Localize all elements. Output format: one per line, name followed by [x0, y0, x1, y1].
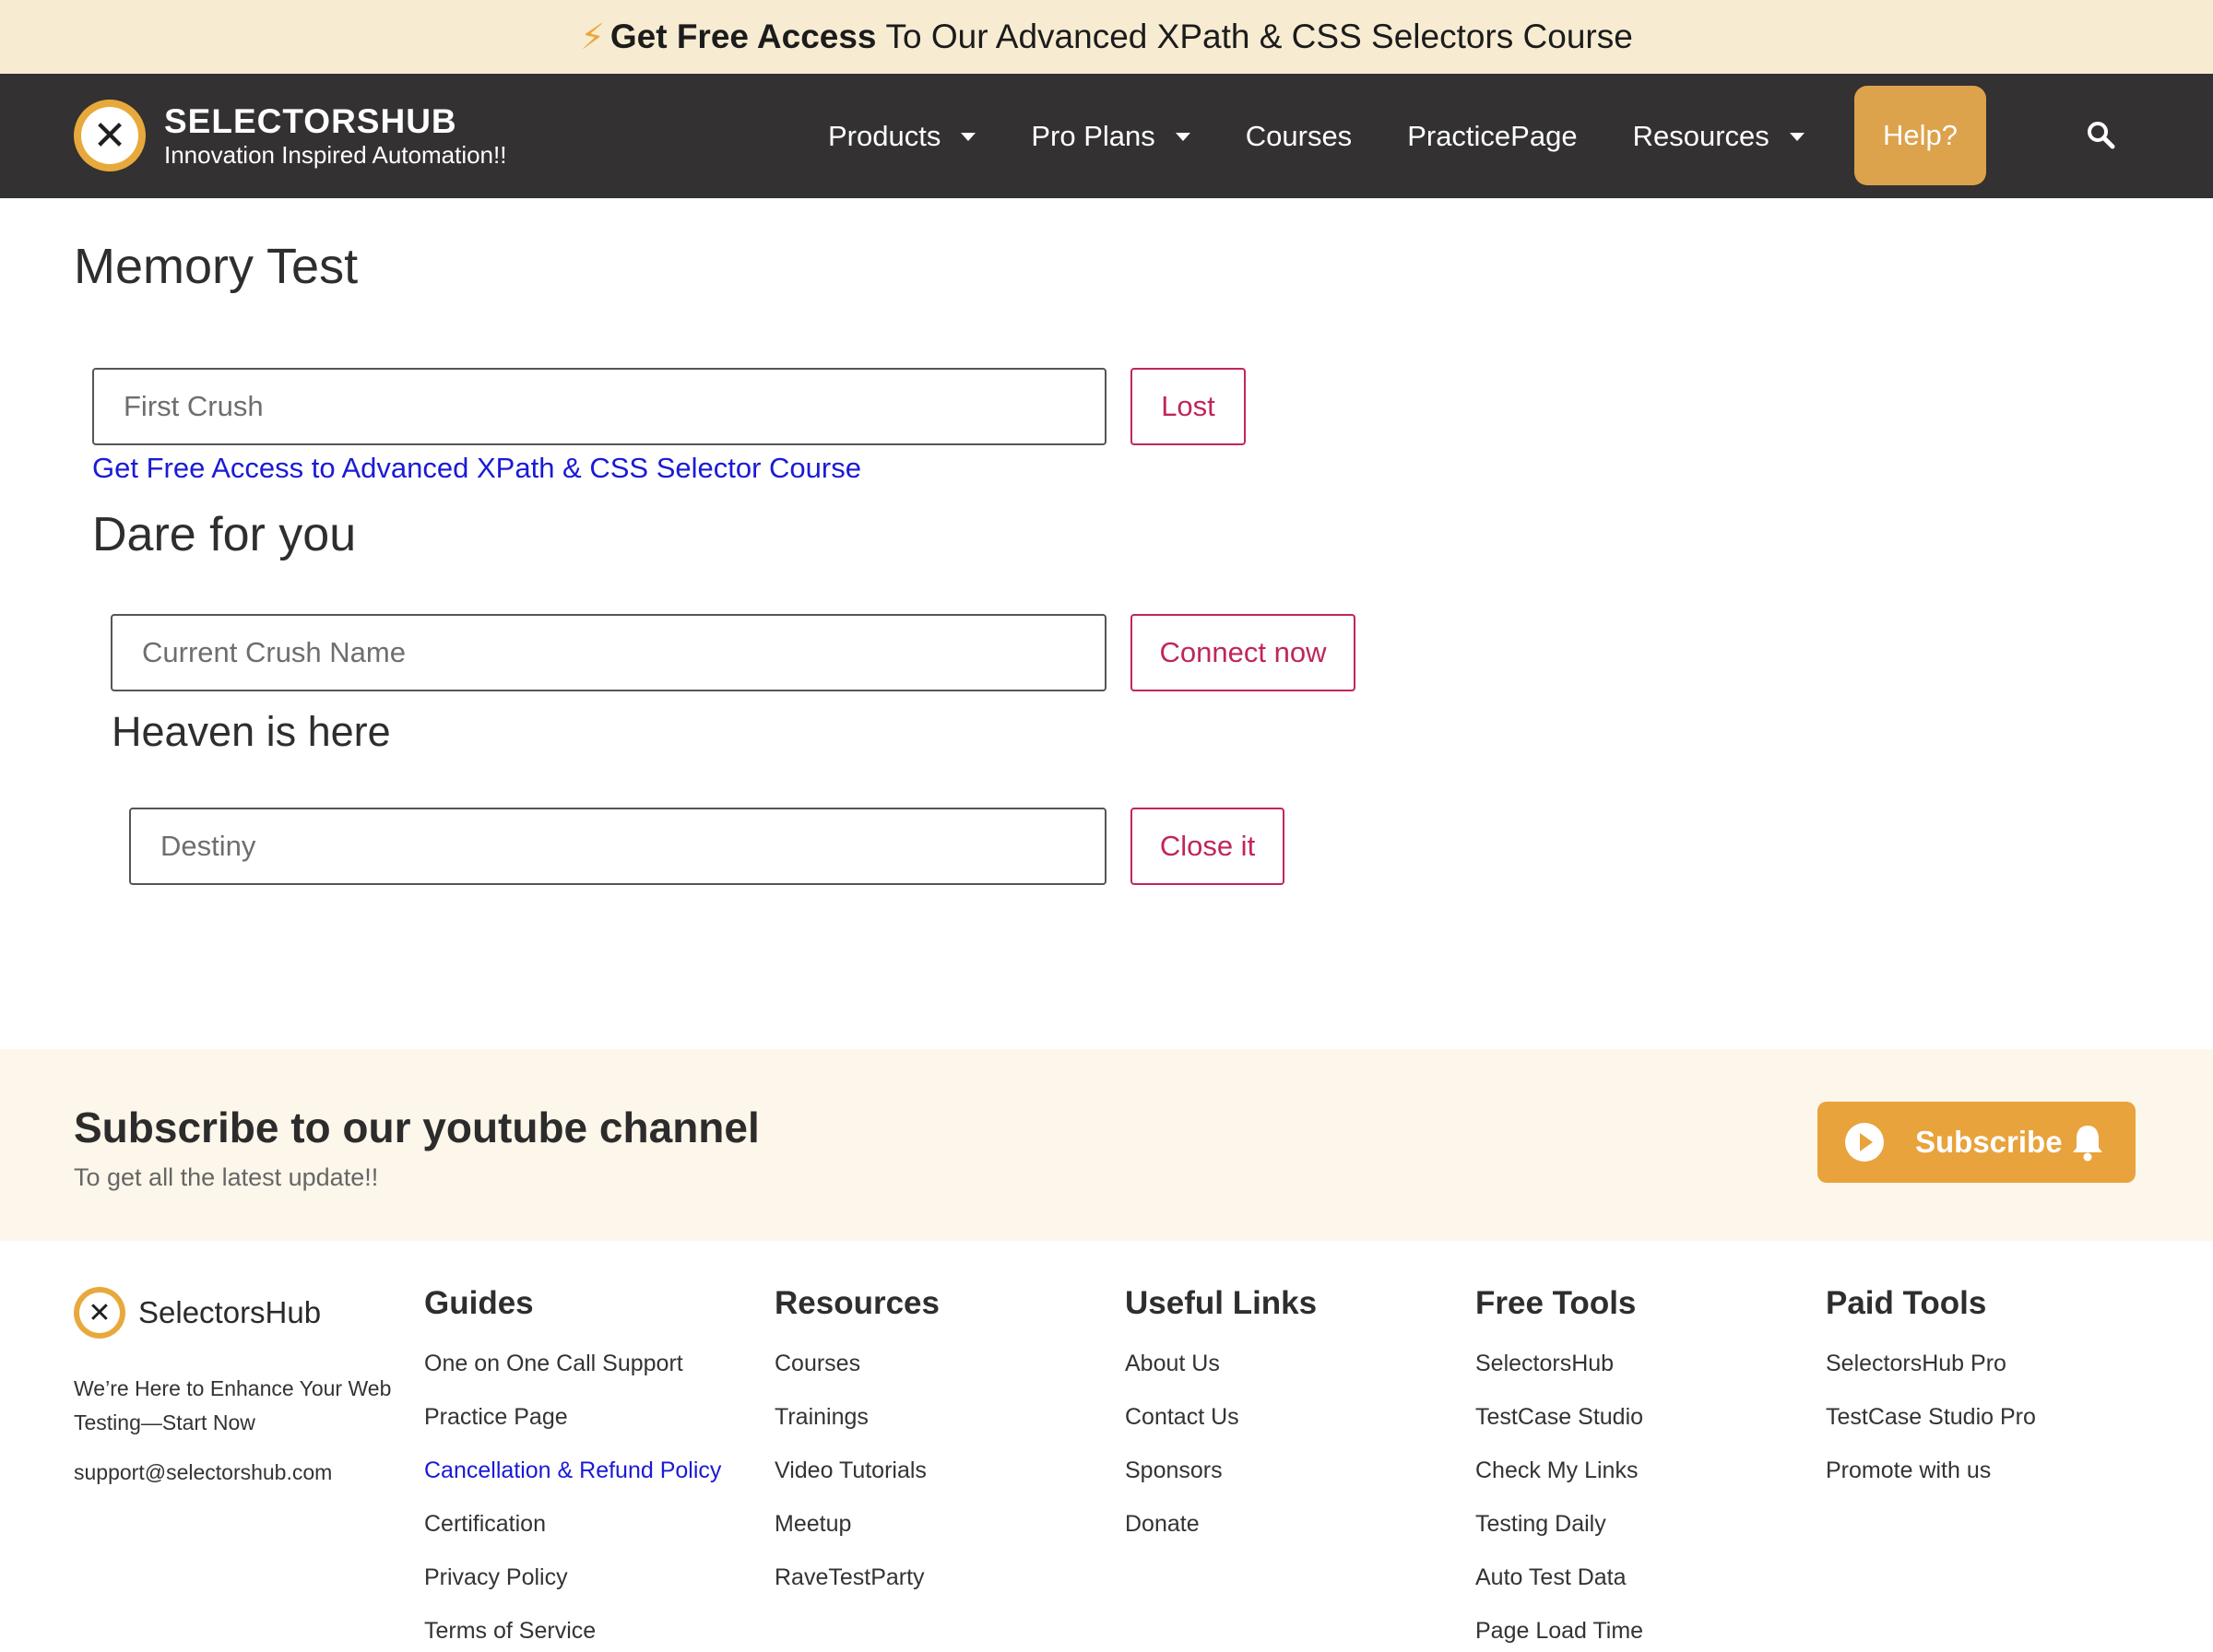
nav-menu: Products Pro Plans Courses PracticePage … — [828, 74, 1860, 198]
footer-link[interactable]: SelectorsHub Pro — [1826, 1348, 2036, 1401]
main-navigation: ✕ SELECTORSHUB Innovation Inspired Autom… — [0, 74, 2213, 198]
chevron-down-icon — [1789, 133, 1805, 141]
first-crush-input[interactable] — [124, 390, 1105, 423]
nav-item-resources[interactable]: Resources — [1633, 120, 1805, 153]
footer-column-title: Useful Links — [1125, 1285, 1318, 1321]
nav-item-label: PracticePage — [1407, 119, 1578, 152]
footer-link[interactable]: Courses — [775, 1348, 940, 1401]
brand-name: SELECTORSHUB — [164, 102, 457, 140]
footer-column-paid-tools: Paid Tools SelectorsHub Pro TestCase Stu… — [1826, 1285, 2036, 1508]
subscribe-text: To get all the latest update!! — [74, 1163, 379, 1191]
close-it-button[interactable]: Close it — [1130, 808, 1284, 885]
footer-link[interactable]: RaveTestParty — [775, 1562, 940, 1615]
footer-link[interactable]: Contact Us — [1125, 1401, 1317, 1455]
footer-link[interactable]: About Us — [1125, 1348, 1317, 1401]
promo-banner[interactable]: ⚡ Get Free Access To Our Advanced XPath … — [0, 0, 2213, 74]
footer-link[interactable]: Testing Daily — [1475, 1508, 1643, 1562]
play-icon — [1845, 1123, 1884, 1162]
help-button[interactable]: Help? — [1854, 86, 1986, 185]
nav-item-courses[interactable]: Courses — [1246, 120, 1352, 153]
promo-bold-text: Get Free Access — [609, 18, 877, 55]
footer-brand-name: SelectorsHub — [138, 1295, 322, 1329]
selectorshub-logo-icon: ✕ — [74, 100, 146, 171]
footer-link[interactable]: Certification — [424, 1508, 721, 1562]
footer-column-resources: Resources Courses Trainings Video Tutori… — [775, 1285, 940, 1615]
subscribe-section: Subscribe to our youtube channel To get … — [0, 1049, 2213, 1241]
footer-link[interactable]: Practice Page — [424, 1401, 721, 1455]
footer-link[interactable]: Donate — [1125, 1508, 1317, 1562]
lost-button[interactable]: Lost — [1130, 368, 1246, 445]
heaven-heading: Heaven is here — [112, 708, 391, 755]
footer-column-title: Guides — [424, 1285, 534, 1321]
nav-item-label: Pro Plans — [1031, 119, 1155, 152]
footer-link[interactable]: Trainings — [775, 1401, 940, 1455]
first-crush-field[interactable] — [92, 368, 1106, 445]
page-title: Memory Test — [74, 239, 359, 294]
footer-link[interactable]: Auto Test Data — [1475, 1562, 1643, 1615]
search-icon[interactable] — [2086, 120, 2115, 149]
bell-icon — [2073, 1126, 2102, 1162]
subscribe-title: Subscribe to our youtube channel — [74, 1103, 760, 1151]
nav-item-label: Courses — [1245, 119, 1353, 152]
footer-link[interactable]: TestCase Studio — [1475, 1401, 1643, 1455]
nav-item-label: Resources — [1632, 119, 1769, 152]
footer-link[interactable]: Promote with us — [1826, 1455, 2036, 1508]
destiny-input[interactable] — [160, 830, 1105, 863]
nav-item-label: Products — [828, 119, 941, 152]
footer-email[interactable]: support@selectorshub.com — [74, 1460, 332, 1485]
site-footer: ✕ SelectorsHub We’re Here to Enhance You… — [0, 1241, 2213, 1652]
selectorshub-logo-icon: ✕ — [74, 1287, 125, 1339]
footer-link[interactable]: Cancellation & Refund Policy — [424, 1455, 721, 1508]
brand-logo-link[interactable]: ✕ SELECTORSHUB Innovation Inspired Autom… — [74, 100, 506, 171]
footer-link[interactable]: One on One Call Support — [424, 1348, 721, 1401]
footer-description: We’re Here to Enhance Your Web Testing—S… — [74, 1376, 392, 1434]
footer-column-title: Resources — [775, 1285, 940, 1321]
dare-heading: Dare for you — [92, 508, 357, 561]
footer-link[interactable]: SelectorsHub — [1475, 1348, 1643, 1401]
footer-column-title: Paid Tools — [1826, 1285, 1987, 1321]
current-crush-input[interactable] — [142, 636, 1105, 669]
destiny-field[interactable] — [129, 808, 1106, 885]
footer-link[interactable]: Check My Links — [1475, 1455, 1643, 1508]
subscribe-button-label: Subscribe — [1915, 1125, 2063, 1159]
footer-link[interactable]: TestCase Studio Pro — [1826, 1401, 2036, 1455]
lightning-icon: ⚡ — [580, 18, 605, 57]
youtube-subscribe-button[interactable]: Subscribe — [1817, 1102, 2136, 1183]
promo-text: To Our Advanced XPath & CSS Selectors Co… — [885, 18, 1633, 55]
brand-tagline: Innovation Inspired Automation!! — [164, 141, 507, 169]
footer-link[interactable]: Video Tutorials — [775, 1455, 940, 1508]
footer-link[interactable]: Privacy Policy — [424, 1562, 721, 1615]
nav-item-products[interactable]: Products — [828, 120, 976, 153]
connect-now-button[interactable]: Connect now — [1130, 614, 1355, 691]
current-crush-field[interactable] — [111, 614, 1106, 691]
nav-item-pro-plans[interactable]: Pro Plans — [1031, 119, 1190, 153]
footer-link[interactable]: Page Load Time — [1475, 1615, 1643, 1652]
course-link[interactable]: Get Free Access to Advanced XPath & CSS … — [92, 452, 861, 485]
footer-link[interactable]: Terms of Service — [424, 1615, 721, 1652]
nav-item-practice-page[interactable]: PracticePage — [1407, 120, 1577, 153]
footer-brand[interactable]: ✕ SelectorsHub — [74, 1287, 321, 1339]
chevron-down-icon — [1175, 133, 1190, 141]
footer-column-useful-links: Useful Links About Us Contact Us Sponsor… — [1125, 1285, 1317, 1562]
footer-column-free-tools: Free Tools SelectorsHub TestCase Studio … — [1475, 1285, 1643, 1652]
footer-column-title: Free Tools — [1475, 1285, 1637, 1321]
footer-link[interactable]: Sponsors — [1125, 1455, 1317, 1508]
footer-column-guides: Guides One on One Call Support Practice … — [424, 1285, 721, 1652]
footer-link[interactable]: Meetup — [775, 1508, 940, 1562]
chevron-down-icon — [961, 133, 976, 141]
